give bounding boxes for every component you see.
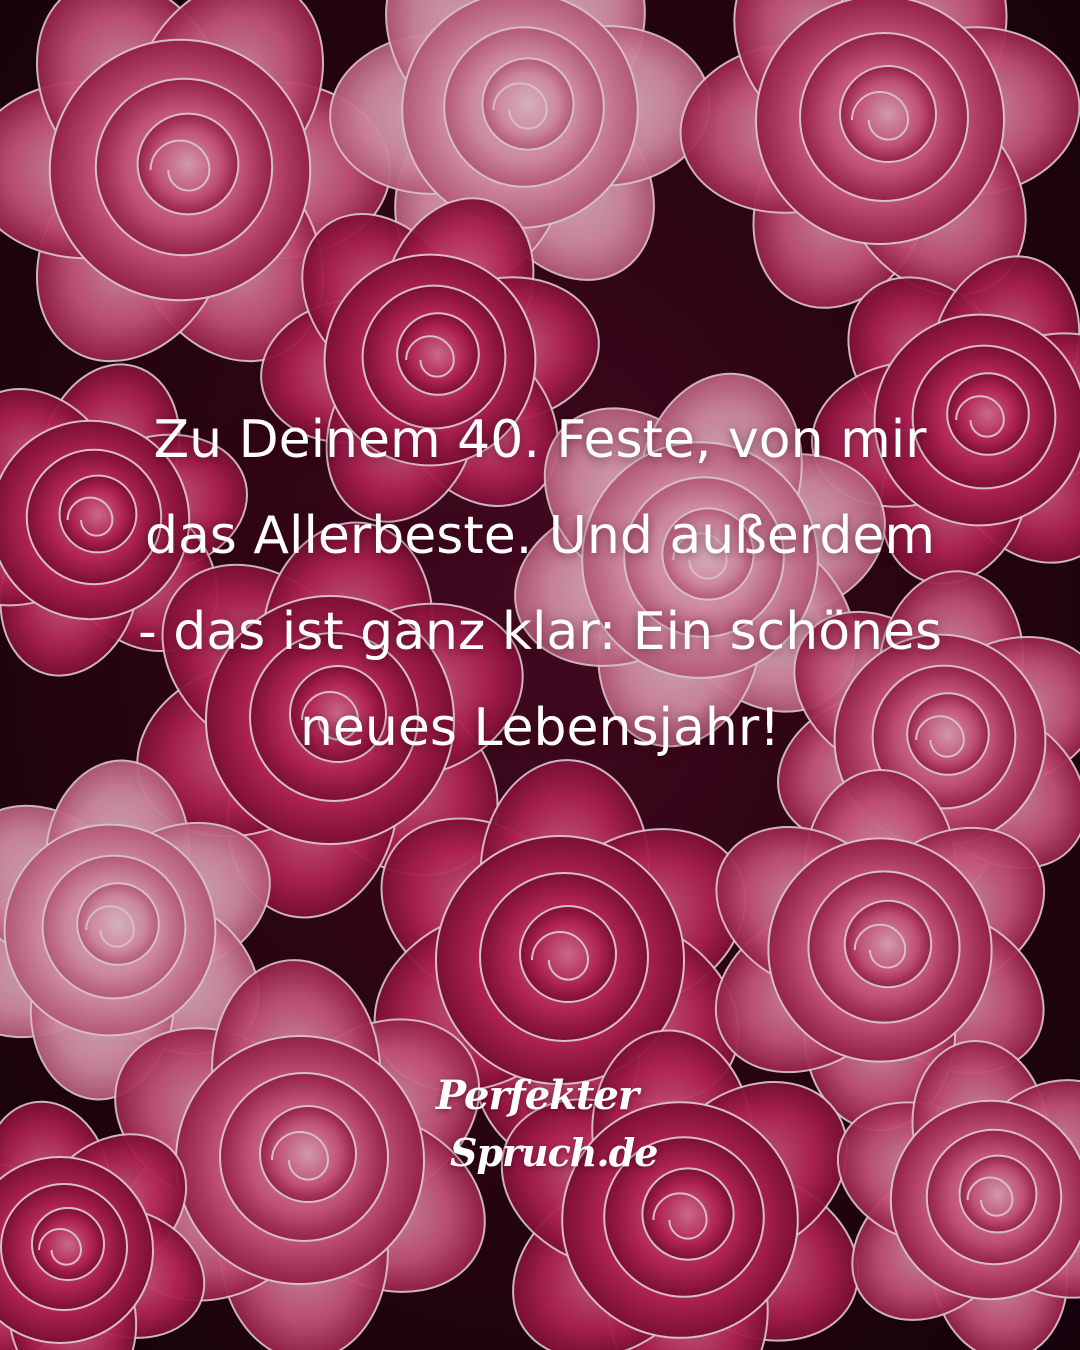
quote-card: Zu Deinem 40. Feste, von mir das Allerbe… (0, 0, 1080, 1350)
quote-line: das Allerbeste. Und außerdem (144, 506, 936, 566)
quote-line: - das ist ganz klar: Ein schönes (137, 602, 943, 662)
logo-line-2: Spruch.de (450, 1130, 658, 1175)
quote-line: neues Lebensjahr! (299, 698, 781, 758)
quote-line: Zu Deinem 40. Feste, von mir (153, 410, 927, 470)
logo-line-1: Perfekter (436, 1072, 639, 1119)
birthday-quote: Zu Deinem 40. Feste, von mir das Allerbe… (40, 392, 1040, 776)
perfekter-spruch-logo: Perfekter Spruch.de (430, 1072, 660, 1192)
